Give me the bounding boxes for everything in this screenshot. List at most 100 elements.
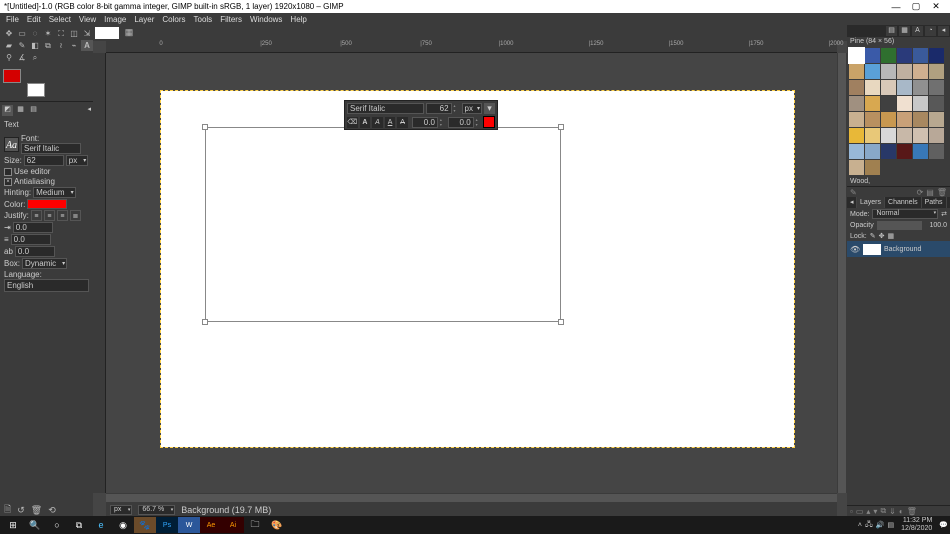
start-button[interactable]: ⊞ [2, 517, 24, 533]
pattern-swatch[interactable] [865, 96, 880, 111]
pattern-swatch[interactable] [929, 144, 944, 159]
pattern-swatch[interactable] [849, 48, 864, 63]
pattern-open-icon[interactable]: ▤ [926, 188, 934, 197]
reset-options-icon[interactable]: ⟲ [48, 505, 56, 516]
status-zoom-dropdown[interactable]: 66.7 % [138, 505, 175, 515]
tool-zoom[interactable]: ⌕ [29, 52, 41, 63]
pattern-swatch[interactable] [881, 48, 896, 63]
overlay-color-swatch[interactable] [483, 116, 495, 128]
search-button[interactable]: 🔍 [24, 517, 46, 533]
history-tab-icon[interactable]: ◔ [925, 26, 936, 36]
menu-tools[interactable]: Tools [190, 15, 217, 24]
fg-color[interactable] [3, 69, 21, 83]
color-selector[interactable] [3, 69, 45, 97]
tray-notifications-icon[interactable]: 💬 [939, 521, 948, 529]
tool-rect-select[interactable]: ▭ [16, 28, 28, 39]
tool-move[interactable]: ✥ [3, 28, 15, 39]
opacity-slider[interactable] [877, 221, 922, 230]
menu-view[interactable]: View [75, 15, 100, 24]
patterns-tab-icon[interactable]: ▦ [899, 26, 910, 36]
layers-tab[interactable]: Layers [857, 197, 885, 208]
lock-position-icon[interactable]: ✥ [879, 232, 885, 240]
menu-layer[interactable]: Layer [130, 15, 158, 24]
font-preview-icon[interactable]: Aa [4, 137, 19, 152]
layer-new-icon[interactable]: ▫ [850, 507, 853, 516]
layer-up-icon[interactable]: ▴ [866, 507, 870, 516]
text-tool-overlay[interactable]: ▴▾ px ▾ ⌫ A A A A ▴▾ ▴▾ [344, 100, 498, 130]
pattern-swatch[interactable] [865, 80, 880, 95]
tab-menu-icon[interactable]: ◂ [87, 105, 91, 116]
pattern-swatch[interactable] [849, 112, 864, 127]
tray-clock[interactable]: 11:32 PM 12/8/2020 [897, 517, 936, 533]
overlay-clear-button[interactable]: ⌫ [347, 117, 358, 128]
tab-menu-layers-icon[interactable]: ◂ [847, 197, 857, 208]
layer-delete-icon[interactable]: 🗑 [907, 507, 917, 516]
paths-tab[interactable]: Paths [922, 197, 947, 208]
overlay-underline-button[interactable]: A [385, 117, 396, 128]
antialias-checkbox[interactable]: × [4, 178, 12, 186]
tool-bucket[interactable]: ▰ [3, 40, 15, 51]
ruler-vertical[interactable] [93, 53, 106, 493]
taskview-button[interactable]: ⧉ [68, 517, 90, 533]
pattern-swatch[interactable] [913, 48, 928, 63]
pattern-swatch[interactable] [913, 112, 928, 127]
menu-colors[interactable]: Colors [158, 15, 189, 24]
menu-filters[interactable]: Filters [216, 15, 246, 24]
explorer-icon[interactable]: 🗀 [244, 517, 266, 533]
layer-down-icon[interactable]: ▾ [873, 507, 877, 516]
bg-color[interactable] [27, 83, 45, 97]
pattern-swatch[interactable] [897, 96, 912, 111]
hinting-dropdown[interactable]: Medium [33, 187, 75, 198]
justify-right-button[interactable]: ≡ [57, 210, 68, 221]
pattern-delete-icon[interactable]: 🗑 [937, 188, 947, 197]
delete-options-icon[interactable]: 🗑 [31, 505, 42, 516]
pattern-swatch[interactable] [897, 48, 912, 63]
scrollbar-vertical[interactable] [837, 53, 847, 493]
layer-duplicate-icon[interactable]: ⧉ [880, 506, 886, 516]
pattern-swatch[interactable] [849, 96, 864, 111]
scrollbar-horizontal[interactable] [106, 493, 837, 503]
pattern-swatch[interactable] [913, 64, 928, 79]
pattern-swatch[interactable] [849, 80, 864, 95]
pattern-swatch[interactable] [897, 80, 912, 95]
aftereffects-icon[interactable]: Ae [200, 517, 222, 533]
tool-clone[interactable]: ⧉ [42, 40, 54, 51]
tray-language-icon[interactable]: ▤ [888, 521, 895, 529]
layer-group-icon[interactable]: ▭ [856, 507, 864, 516]
menu-select[interactable]: Select [45, 15, 75, 24]
pattern-swatch[interactable] [913, 80, 928, 95]
menu-file[interactable]: File [2, 15, 23, 24]
tray-chevron-icon[interactable]: ˄ [858, 522, 862, 529]
overlay-kerning-input[interactable] [448, 117, 474, 128]
restore-options-icon[interactable]: ↺ [17, 505, 25, 516]
box-dropdown[interactable]: Dynamic [22, 258, 67, 269]
pattern-swatch[interactable] [929, 48, 944, 63]
tab-menu-right-icon[interactable]: ◂ [938, 26, 949, 36]
pattern-swatch[interactable] [913, 96, 928, 111]
image-tab[interactable]: ▤ [28, 105, 39, 116]
layer-mask-icon[interactable]: ◐ [899, 507, 904, 516]
pattern-swatch[interactable] [865, 144, 880, 159]
chrome-icon[interactable]: ◉ [112, 517, 134, 533]
overlay-baseline-input[interactable] [412, 117, 438, 128]
pattern-swatch[interactable] [929, 96, 944, 111]
gimp-icon[interactable]: 🐾 [134, 517, 156, 533]
layer-visibility-icon[interactable]: 👁 [850, 245, 860, 254]
pattern-swatch[interactable] [865, 48, 880, 63]
pattern-swatch[interactable] [929, 128, 944, 143]
brushes-tab-icon[interactable]: ▤ [886, 26, 897, 36]
layers-empty-area[interactable] [847, 257, 950, 505]
tool-path[interactable]: ⌁ [68, 40, 80, 51]
pattern-swatch[interactable] [849, 128, 864, 143]
pattern-swatch[interactable] [897, 144, 912, 159]
text-handle-nw[interactable] [202, 124, 208, 130]
text-handle-sw[interactable] [202, 319, 208, 325]
lock-pixels-icon[interactable]: ✎ [870, 232, 876, 240]
pattern-swatch[interactable] [849, 64, 864, 79]
pattern-swatch[interactable] [913, 128, 928, 143]
menu-help[interactable]: Help [286, 15, 310, 24]
lock-alpha-icon[interactable]: ▦ [887, 232, 894, 240]
mode-dropdown[interactable]: Normal [872, 209, 938, 219]
overlay-size-spinner[interactable]: ▴▾ [454, 103, 460, 113]
pattern-swatch[interactable] [865, 128, 880, 143]
